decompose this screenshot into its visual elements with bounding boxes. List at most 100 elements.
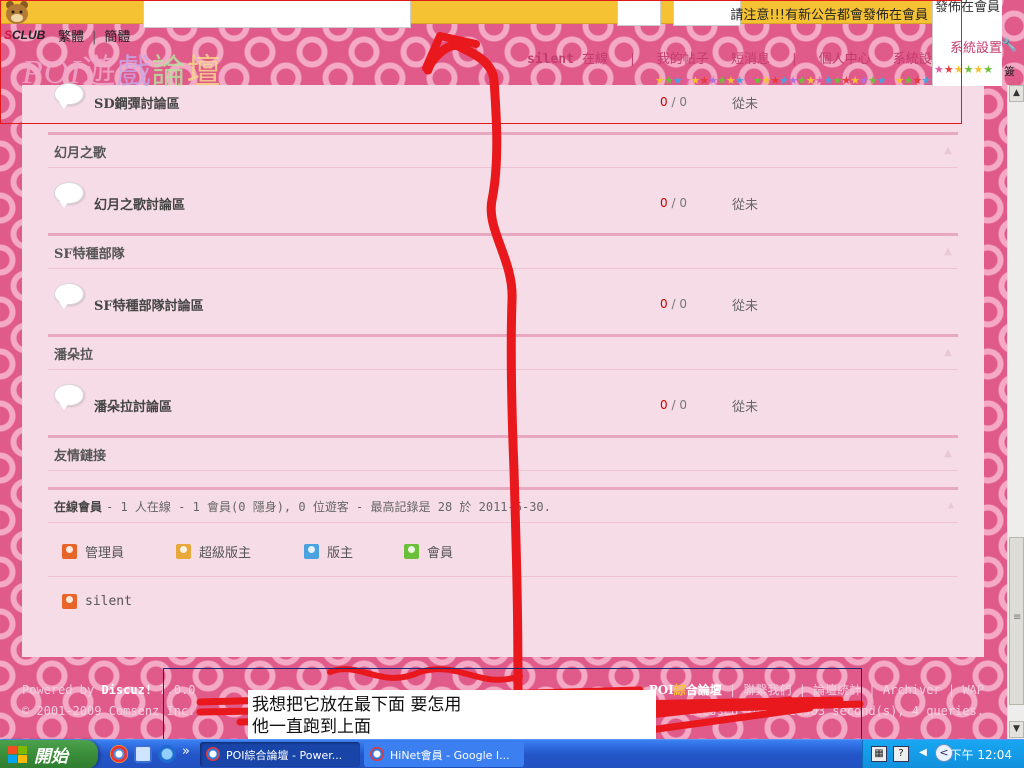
side-label: 簽 — [1004, 65, 1015, 78]
forum-bubble-icon — [54, 384, 84, 410]
forum-counts: 0 / 0 — [660, 196, 687, 210]
forum-last-post: 從未 — [732, 96, 759, 112]
forum-row[interactable]: 潘朵拉討論區 0 / 0 從未 — [48, 374, 958, 436]
taskbar: 開始 » POI綜合論壇 - Power... HiNet會員 - Google… — [0, 739, 1024, 768]
sclub-logo[interactable]: SCLUB — [4, 28, 45, 42]
version: 7.0.0 — [159, 683, 196, 697]
nav-my-posts[interactable]: 我的帖子 — [657, 52, 709, 67]
powered-label: Powered by — [22, 683, 95, 697]
footer-left: Powered by Discuz! 7.0.0 © 2001-2009 Com… — [22, 680, 195, 722]
category-title[interactable]: 幻月之歌 — [54, 142, 106, 161]
forum-last-post: 從未 — [732, 399, 759, 415]
language-switch: 繁體 | 簡體 — [58, 30, 131, 45]
super-moderator-icon — [176, 544, 191, 559]
network-icon[interactable]: ▦ — [871, 746, 887, 762]
collapse-icon[interactable]: ▲ — [942, 448, 954, 460]
top-search-box[interactable] — [143, 0, 411, 28]
clock: 下午 12:04 — [949, 748, 1012, 762]
online-title: 在線會員 — [54, 499, 103, 514]
legend-super-mod: 超級版主 — [176, 542, 251, 561]
legend-admin: 管理員 — [62, 542, 124, 561]
forum-name[interactable]: SD鋼彈討論區 — [94, 93, 180, 112]
forum-name[interactable]: 潘朵拉討論區 — [94, 396, 172, 415]
scroll-up-button[interactable]: ▲ — [1009, 85, 1024, 102]
note-line-2: 他一直跑到上面 — [252, 717, 371, 737]
admin-icon — [62, 544, 77, 559]
volume-icon[interactable]: ◀ — [915, 746, 931, 762]
online-summary: - 1 人在線 - 1 會員(0 隱身), 0 位遊客 - 最高記錄是 28 於… — [106, 499, 551, 514]
forum-counts: 0 / 0 — [660, 95, 687, 109]
online-user[interactable]: silent — [62, 594, 132, 609]
admin-icon — [62, 594, 77, 609]
stars-decoration: ★★★★★★★★★★★★★★★★★★★★★★★★★★★★★★★★ — [655, 74, 940, 87]
scroll-down-button[interactable]: ▼ — [1009, 721, 1024, 738]
collapse-icon[interactable]: ▲ — [948, 500, 954, 511]
bear-mascot-icon — [6, 1, 28, 24]
side-settings-link[interactable]: 系統設置 — [950, 37, 1002, 56]
footer-forum-title[interactable]: POI綜合論壇 — [649, 683, 722, 697]
system-tray: ▦ ? ◀ < 下午 12:04 — [862, 740, 1024, 768]
legend-member: 會員 — [404, 542, 453, 561]
browser-icon[interactable] — [134, 745, 152, 763]
lang-traditional-link[interactable]: 繁體 — [58, 30, 84, 45]
lang-simplified-link[interactable]: 簡體 — [104, 30, 130, 45]
user-nav-bar: silent 在線 | 我的帖子 短消息 | 個人中心 系統設置 — [527, 52, 945, 67]
process-info: GMT+8, Processed in 0.010503 second(s), … — [622, 704, 984, 718]
category-title[interactable]: SF特種部隊 — [54, 243, 125, 262]
announcement-notice[interactable]: 請注意!!!有新公告都會發佈在會員 — [730, 4, 928, 23]
taskbar-item-hinet[interactable]: HiNet會員 - Google I... — [364, 742, 524, 767]
footer-links[interactable]: | 聯繫我們 | 論壇統計 | Archiver | WAP — [729, 683, 984, 697]
help-icon[interactable]: ? — [893, 746, 909, 762]
forum-name[interactable]: SF特種部隊討論區 — [94, 295, 204, 314]
member-legend: 管理員 超級版主 版主 會員 — [48, 525, 958, 577]
category-header[interactable]: 友情鏈接 ▲ — [48, 435, 958, 471]
category-header[interactable]: 潘朵拉 ▲ — [48, 334, 958, 370]
start-button[interactable]: 開始 — [0, 740, 98, 768]
moderator-icon — [304, 544, 319, 559]
discuz-link[interactable]: Discuz! — [101, 683, 152, 697]
footer-right: POI綜合論壇 | 聯繫我們 | 論壇統計 | Archiver | WAP G… — [623, 680, 984, 722]
forum-logo[interactable]: POI遊戲論壇 — [22, 44, 222, 92]
annotation-scribble — [327, 666, 523, 683]
forum-last-post: 從未 — [732, 298, 759, 314]
forum-row[interactable]: SF特種部隊討論區 0 / 0 從未 — [48, 273, 958, 335]
top-notice-bar: 請注意!!!有新公告都會發佈在會員 — [0, 0, 932, 28]
taskbar-item-poi-forum[interactable]: POI綜合論壇 - Power... — [200, 742, 360, 767]
collapse-icon[interactable]: ▲ — [942, 347, 954, 359]
forum-counts: 0 / 0 — [660, 297, 687, 311]
forum-panel: SD鋼彈討論區 0 / 0 從未 幻月之歌 ▲ 幻月之歌討論區 0 / 0 從未… — [22, 83, 984, 657]
vertical-scrollbar[interactable]: ▲ ▼ — [1007, 85, 1024, 739]
chrome-icon[interactable] — [110, 745, 128, 763]
collapse-icon[interactable]: ▲ — [942, 246, 954, 258]
start-label: 開始 — [34, 747, 68, 766]
collapse-icon[interactable]: ▲ — [942, 145, 954, 157]
online-members-bar: 在線會員 - 1 人在線 - 1 會員(0 隱身), 0 位遊客 - 最高記錄是… — [48, 487, 958, 523]
forum-bubble-icon — [54, 283, 84, 309]
copyright: © 2001-2009 Comsenz Inc. — [22, 704, 196, 718]
quicklaunch-more-icon[interactable]: » — [182, 744, 190, 759]
category-title[interactable]: 友情鏈接 — [54, 445, 106, 464]
scroll-thumb[interactable] — [1009, 537, 1024, 705]
nav-messages[interactable]: 短消息 — [731, 52, 770, 67]
category-header[interactable]: 幻月之歌 ▲ — [48, 132, 958, 168]
forum-name[interactable]: 幻月之歌討論區 — [94, 194, 185, 213]
windows-logo-icon — [6, 745, 28, 765]
annotation-note: 我想把它放在最下面 要怎用 他一直跑到上面 — [248, 690, 656, 746]
annotation-arrow-head — [422, 32, 480, 72]
top-small-box[interactable] — [617, 0, 661, 26]
nav-username[interactable]: silent — [527, 52, 574, 67]
legend-mod: 版主 — [304, 542, 353, 561]
note-line-1: 我想把它放在最下面 要怎用 — [252, 695, 462, 715]
side-popup-title[interactable]: 發佈在會員 — [935, 0, 1000, 15]
side-stars-decoration: ★★★★★★ — [934, 63, 994, 76]
forum-row[interactable]: 幻月之歌討論區 0 / 0 從未 — [48, 172, 958, 234]
wrench-icon[interactable]: 🔧 — [1001, 38, 1017, 53]
forum-counts: 0 / 0 — [660, 398, 687, 412]
ie-icon[interactable] — [158, 745, 176, 763]
online-username[interactable]: silent — [85, 594, 132, 609]
forum-last-post: 從未 — [732, 197, 759, 213]
category-header[interactable]: SF特種部隊 ▲ — [48, 233, 958, 269]
category-title[interactable]: 潘朵拉 — [54, 344, 93, 363]
nav-online-status[interactable]: 在線 — [582, 52, 608, 67]
nav-profile[interactable]: 個人中心 — [819, 52, 871, 67]
